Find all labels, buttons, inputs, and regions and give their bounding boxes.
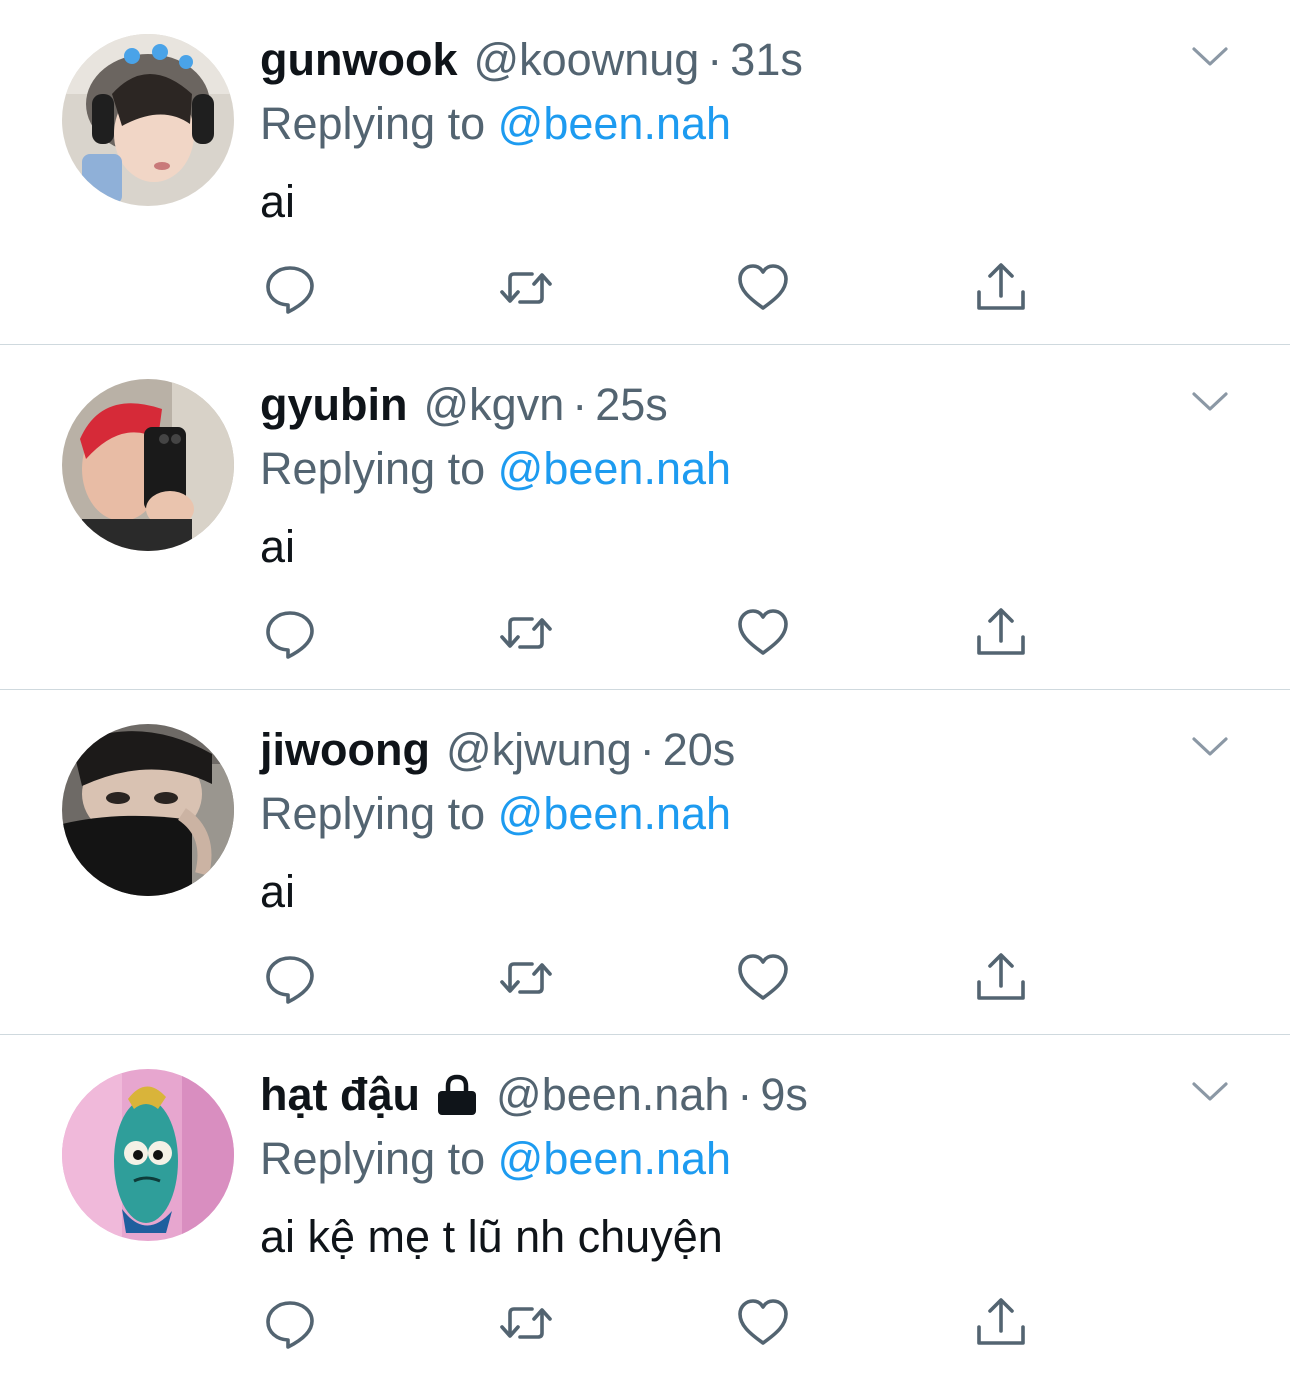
share-icon [977, 953, 1025, 1000]
display-name[interactable]: gyubin [260, 375, 407, 435]
retweet-icon [500, 962, 552, 994]
heart-icon [738, 954, 788, 1000]
retweet-button[interactable] [494, 946, 558, 1010]
heart-icon [738, 1299, 788, 1345]
avatar[interactable] [62, 724, 234, 896]
action-bar [0, 256, 1290, 320]
reply-button[interactable] [258, 946, 322, 1010]
tweet-header: gunwook @koownug · 31s [260, 30, 803, 90]
replying-to: Replying to @been.nah [260, 94, 731, 154]
replying-to: Replying to @been.nah [260, 1129, 731, 1189]
replying-to-label: Replying to [260, 1133, 486, 1184]
reply-icon [266, 1301, 314, 1349]
share-icon [977, 263, 1025, 310]
lock-icon [434, 1073, 480, 1117]
display-name[interactable]: hạt đậu [260, 1065, 420, 1125]
avatar-image [62, 724, 234, 896]
share-button[interactable] [969, 256, 1033, 320]
avatar[interactable] [62, 34, 234, 206]
tweet-header: jiwoong @kjwung · 20s [260, 720, 735, 780]
avatar[interactable] [62, 1069, 234, 1241]
reply-icon [266, 611, 314, 659]
timestamp[interactable]: 31s [730, 30, 803, 90]
tweet[interactable]: gyubin @kgvn · 25s Replying to @been.nah… [0, 345, 1290, 690]
tweet-text: ai kệ mẹ t lũ nh chuyện [260, 1211, 723, 1262]
tweet[interactable]: hạt đậu @been.nah · 9s Replying to @been… [0, 1035, 1290, 1375]
separator-dot: · [737, 1069, 753, 1120]
avatar-image [62, 1069, 234, 1241]
tweet-header: hạt đậu @been.nah · 9s [260, 1065, 808, 1125]
tweet-text: ai [260, 176, 296, 227]
timestamp[interactable]: 25s [595, 375, 668, 435]
display-name[interactable]: gunwook [260, 30, 457, 90]
chevron-down-icon[interactable] [1186, 40, 1234, 74]
display-name[interactable]: jiwoong [260, 720, 430, 780]
heart-icon [738, 264, 788, 310]
separator-dot: · [572, 379, 588, 430]
action-bar [0, 601, 1290, 665]
share-button[interactable] [969, 946, 1033, 1010]
replying-to-link[interactable]: @been.nah [498, 788, 731, 839]
user-handle[interactable]: @been.nah [496, 1065, 729, 1125]
retweet-button[interactable] [494, 256, 558, 320]
replying-to-link[interactable]: @been.nah [498, 98, 731, 149]
reply-button[interactable] [258, 256, 322, 320]
avatar-image [62, 34, 234, 206]
retweet-button[interactable] [494, 1291, 558, 1355]
replying-to-label: Replying to [260, 788, 486, 839]
share-icon [977, 608, 1025, 655]
replying-to-link[interactable]: @been.nah [498, 443, 731, 494]
tweet-text: ai [260, 521, 296, 572]
share-button[interactable] [969, 601, 1033, 665]
tweet-header: gyubin @kgvn · 25s [260, 375, 668, 435]
action-bar [0, 946, 1290, 1010]
tweet[interactable]: gunwook @koownug · 31s Replying to @been… [0, 0, 1290, 345]
timestamp[interactable]: 9s [760, 1065, 808, 1125]
reply-button[interactable] [258, 601, 322, 665]
reply-feed: gunwook @koownug · 31s Replying to @been… [0, 0, 1290, 1375]
chevron-down-icon[interactable] [1186, 385, 1234, 419]
share-icon [977, 1298, 1025, 1345]
reply-icon [266, 956, 314, 1004]
replying-to: Replying to @been.nah [260, 439, 731, 499]
timestamp[interactable]: 20s [663, 720, 736, 780]
retweet-button[interactable] [494, 601, 558, 665]
avatar-image [62, 379, 234, 551]
user-handle[interactable]: @kgvn [423, 375, 564, 435]
replying-to: Replying to @been.nah [260, 784, 731, 844]
replying-to-link[interactable]: @been.nah [498, 1133, 731, 1184]
chevron-down-icon[interactable] [1186, 730, 1234, 764]
avatar[interactable] [62, 379, 234, 551]
user-handle[interactable]: @kjwung [446, 720, 632, 780]
tweet[interactable]: jiwoong @kjwung · 20s Replying to @been.… [0, 690, 1290, 1035]
like-button[interactable] [731, 946, 795, 1010]
separator-dot: · [639, 724, 655, 775]
retweet-icon [500, 1307, 552, 1339]
action-bar [0, 1291, 1290, 1355]
reply-icon [266, 266, 314, 314]
chevron-down-icon[interactable] [1186, 1075, 1234, 1109]
retweet-icon [500, 617, 552, 649]
retweet-icon [500, 272, 552, 304]
like-button[interactable] [731, 601, 795, 665]
tweet-text: ai [260, 866, 296, 917]
user-handle[interactable]: @koownug [473, 30, 699, 90]
reply-button[interactable] [258, 1291, 322, 1355]
share-button[interactable] [969, 1291, 1033, 1355]
like-button[interactable] [731, 1291, 795, 1355]
heart-icon [738, 609, 788, 655]
separator-dot: · [707, 34, 723, 85]
like-button[interactable] [731, 256, 795, 320]
replying-to-label: Replying to [260, 98, 486, 149]
replying-to-label: Replying to [260, 443, 486, 494]
